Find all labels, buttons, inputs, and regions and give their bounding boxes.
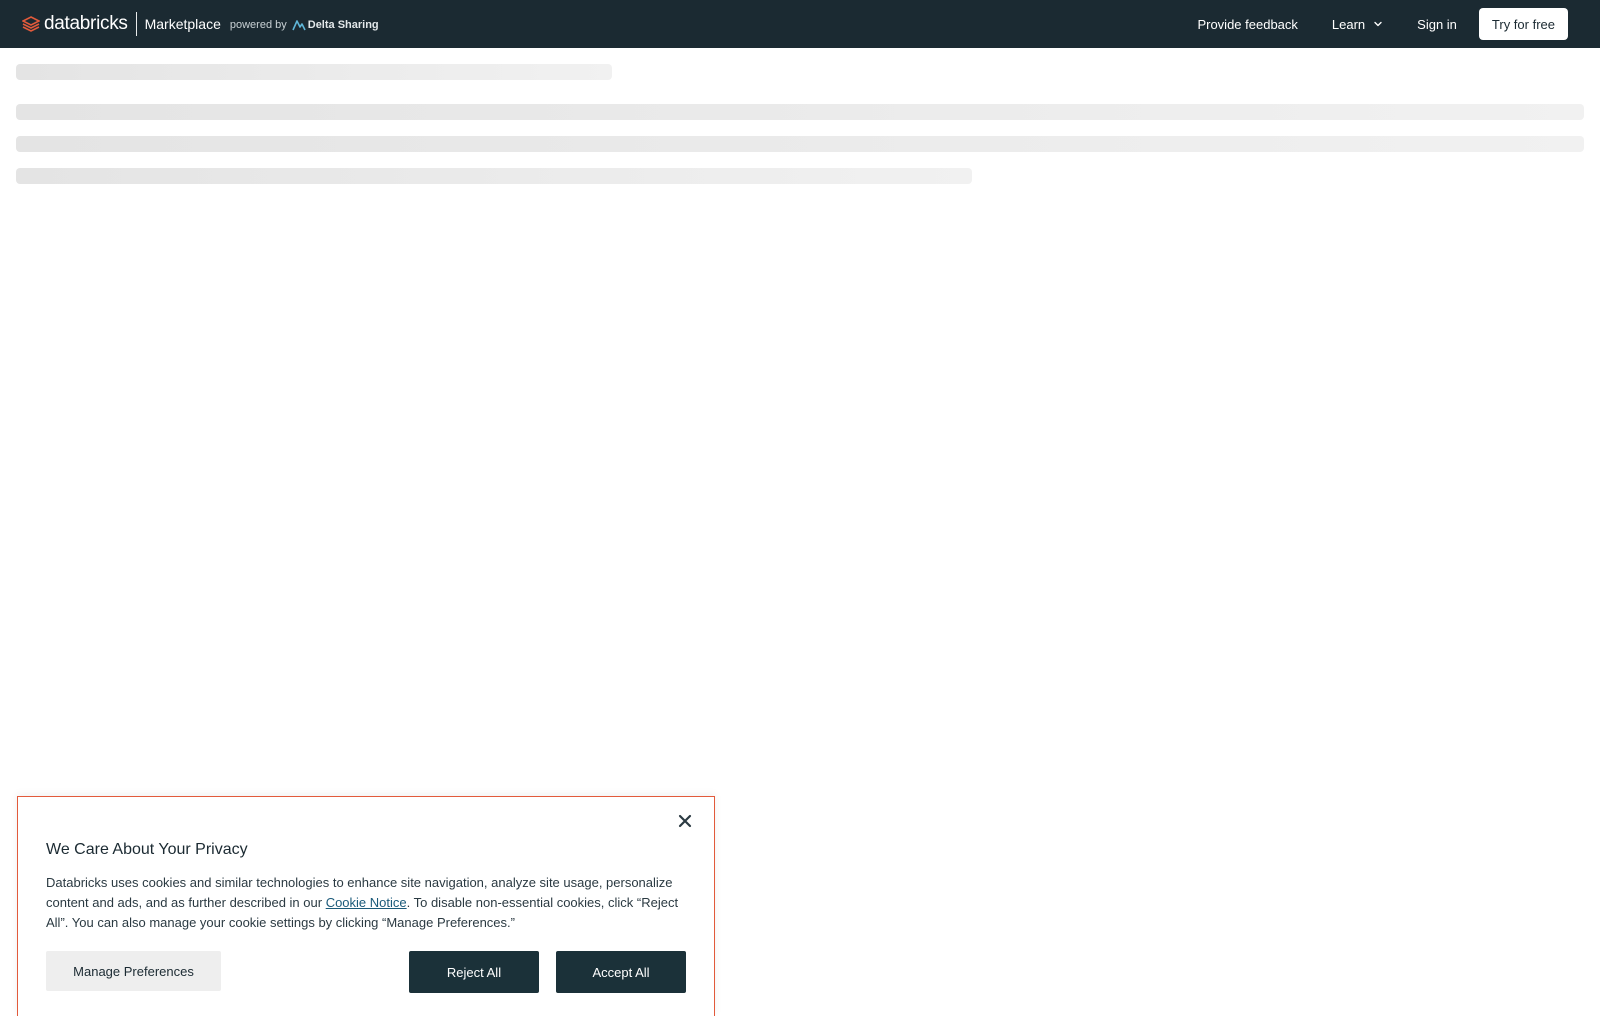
skeleton-title: [16, 64, 612, 80]
learn-label: Learn: [1331, 16, 1366, 32]
cookie-consent-dialog: We Care About Your Privacy Databricks us…: [17, 796, 715, 1016]
nav-links: Provide feedback Learn Sign in Try for f…: [1197, 0, 1568, 48]
provide-feedback-link[interactable]: Provide feedback: [1197, 17, 1297, 32]
learn-menu[interactable]: Learn: [1332, 17, 1383, 32]
chevron-down-icon: [1373, 19, 1383, 29]
accept-all-button[interactable]: Accept All: [556, 951, 686, 993]
try-for-free-button[interactable]: Try for free: [1478, 8, 1568, 40]
cookie-title: We Care About Your Privacy: [46, 841, 248, 858]
skeleton-line: [16, 136, 1584, 152]
manage-preferences-button[interactable]: Manage Preferences: [46, 951, 221, 991]
brand-name: databricks: [44, 13, 128, 34]
sign-in-link[interactable]: Sign in: [1417, 17, 1457, 32]
skeleton-line: [16, 104, 1584, 120]
delta-sharing-icon: [292, 19, 306, 31]
databricks-logo-icon: [22, 16, 40, 32]
brand-divider: [135, 12, 137, 36]
brand[interactable]: databricks Marketplace powered by Delta …: [22, 0, 379, 48]
delta-sharing-label: Delta Sharing: [307, 19, 379, 31]
top-nav-bar: databricks Marketplace powered by Delta …: [0, 0, 1600, 48]
powered-by-label: powered by: [229, 19, 287, 31]
cookie-description: Databricks uses cookies and similar tech…: [46, 873, 686, 933]
skeleton-line: [16, 168, 972, 184]
reject-all-button[interactable]: Reject All: [409, 951, 539, 993]
powered-by: powered by Delta Sharing: [230, 19, 379, 31]
close-icon[interactable]: [675, 811, 695, 831]
cookie-notice-link[interactable]: Cookie Notice: [326, 895, 407, 910]
product-name: Marketplace: [144, 16, 221, 32]
